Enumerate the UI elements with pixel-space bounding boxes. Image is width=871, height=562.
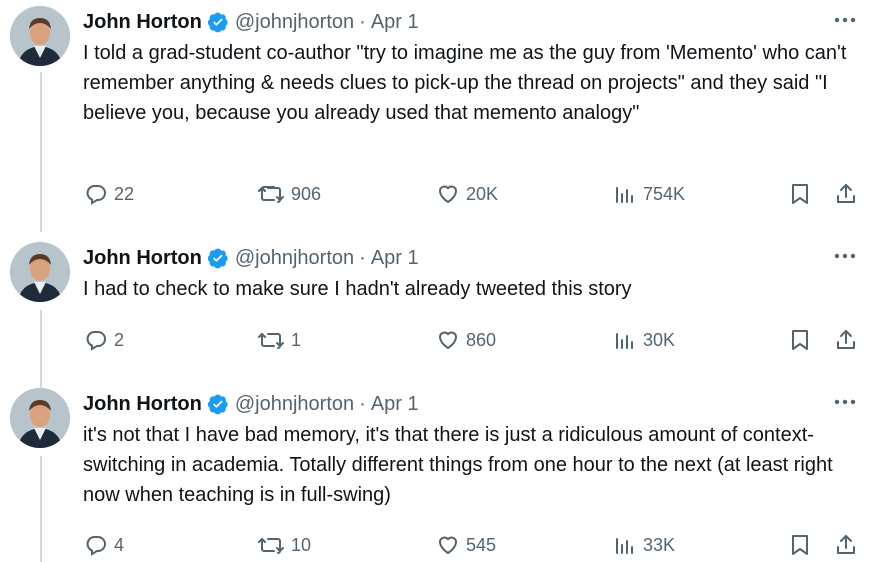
tweet-date[interactable]: Apr 1: [371, 11, 419, 34]
reply-icon: [84, 328, 108, 352]
tweet-text: I had to check to make sure I hadn't alr…: [83, 278, 632, 300]
tweet-date[interactable]: Apr 1: [371, 393, 419, 416]
retweet-count: 906: [291, 183, 322, 204]
like-count: 545: [466, 534, 497, 555]
avatar[interactable]: [10, 388, 70, 448]
retweet-button[interactable]: 10: [257, 528, 311, 562]
like-button[interactable]: 545: [436, 528, 496, 562]
author-handle[interactable]: @johnjhorton: [235, 393, 354, 416]
tweet-header: John Horton @johnjhorton · Apr 1: [83, 244, 419, 272]
reply-button[interactable]: 4: [84, 528, 124, 562]
tweet-text: I told a grad-student co-author "try to …: [83, 42, 847, 124]
tweet-date[interactable]: Apr 1: [371, 247, 419, 270]
tweet-actions: 2 1 860 30K: [0, 323, 871, 357]
views-button[interactable]: 754K: [613, 177, 685, 211]
reply-icon: [84, 182, 108, 206]
retweet-button[interactable]: 1: [257, 323, 301, 357]
reply-icon: [84, 533, 108, 557]
like-icon: [436, 182, 460, 206]
bookmark-icon[interactable]: [789, 528, 811, 562]
reply-button[interactable]: 2: [84, 323, 124, 357]
reply-button[interactable]: 22: [84, 177, 134, 211]
like-icon: [436, 328, 460, 352]
tweet[interactable]: John Horton @johnjhorton · Apr 1 it's no…: [0, 382, 871, 562]
views-button[interactable]: 33K: [613, 528, 675, 562]
author-name[interactable]: John Horton: [83, 247, 202, 270]
separator-dot: ·: [359, 10, 366, 33]
retweet-icon: [257, 533, 285, 557]
retweet-count: 10: [291, 534, 312, 555]
retweet-button[interactable]: 906: [257, 177, 321, 211]
separator-dot: ·: [359, 392, 366, 415]
tweet-actions: 22 906 20K 754K: [0, 177, 871, 211]
views-icon: [613, 328, 637, 352]
reply-count: 22: [114, 183, 135, 204]
retweet-icon: [257, 328, 285, 352]
more-icon[interactable]: [831, 6, 859, 34]
tweet-header: John Horton @johnjhorton · Apr 1: [83, 8, 419, 36]
share-icon[interactable]: [834, 323, 858, 357]
views-button[interactable]: 30K: [613, 323, 675, 357]
like-icon: [436, 533, 460, 557]
like-button[interactable]: 860: [436, 323, 496, 357]
more-icon[interactable]: [831, 242, 859, 270]
verified-badge-icon: [207, 393, 229, 415]
like-count: 20K: [466, 183, 499, 204]
tweet[interactable]: John Horton @johnjhorton · Apr 1 I had t…: [0, 236, 871, 382]
verified-badge-icon: [207, 11, 229, 33]
share-icon[interactable]: [834, 177, 858, 211]
bookmark-icon[interactable]: [789, 177, 811, 211]
separator-dot: ·: [359, 246, 366, 269]
views-count: 30K: [643, 329, 676, 350]
bookmark-icon[interactable]: [789, 323, 811, 357]
avatar[interactable]: [10, 6, 70, 66]
views-icon: [613, 533, 637, 557]
reply-count: 2: [114, 329, 125, 350]
author-handle[interactable]: @johnjhorton: [235, 247, 354, 270]
tweet-actions: 4 10 545 33K: [0, 528, 871, 562]
author-handle[interactable]: @johnjhorton: [235, 11, 354, 34]
more-icon[interactable]: [831, 388, 859, 416]
retweet-count: 1: [291, 329, 302, 350]
verified-badge-icon: [207, 247, 229, 269]
tweet[interactable]: John Horton @johnjhorton · Apr 1 I told …: [0, 0, 871, 236]
reply-count: 4: [114, 534, 125, 555]
tweet-header: John Horton @johnjhorton · Apr 1: [83, 390, 419, 418]
views-icon: [613, 182, 637, 206]
views-count: 33K: [643, 534, 676, 555]
views-count: 754K: [643, 183, 686, 204]
avatar[interactable]: [10, 242, 70, 302]
like-count: 860: [466, 329, 497, 350]
share-icon[interactable]: [834, 528, 858, 562]
like-button[interactable]: 20K: [436, 177, 498, 211]
author-name[interactable]: John Horton: [83, 393, 202, 416]
tweet-text: it's not that I have bad memory, it's th…: [83, 424, 833, 506]
author-name[interactable]: John Horton: [83, 11, 202, 34]
retweet-icon: [257, 182, 285, 206]
